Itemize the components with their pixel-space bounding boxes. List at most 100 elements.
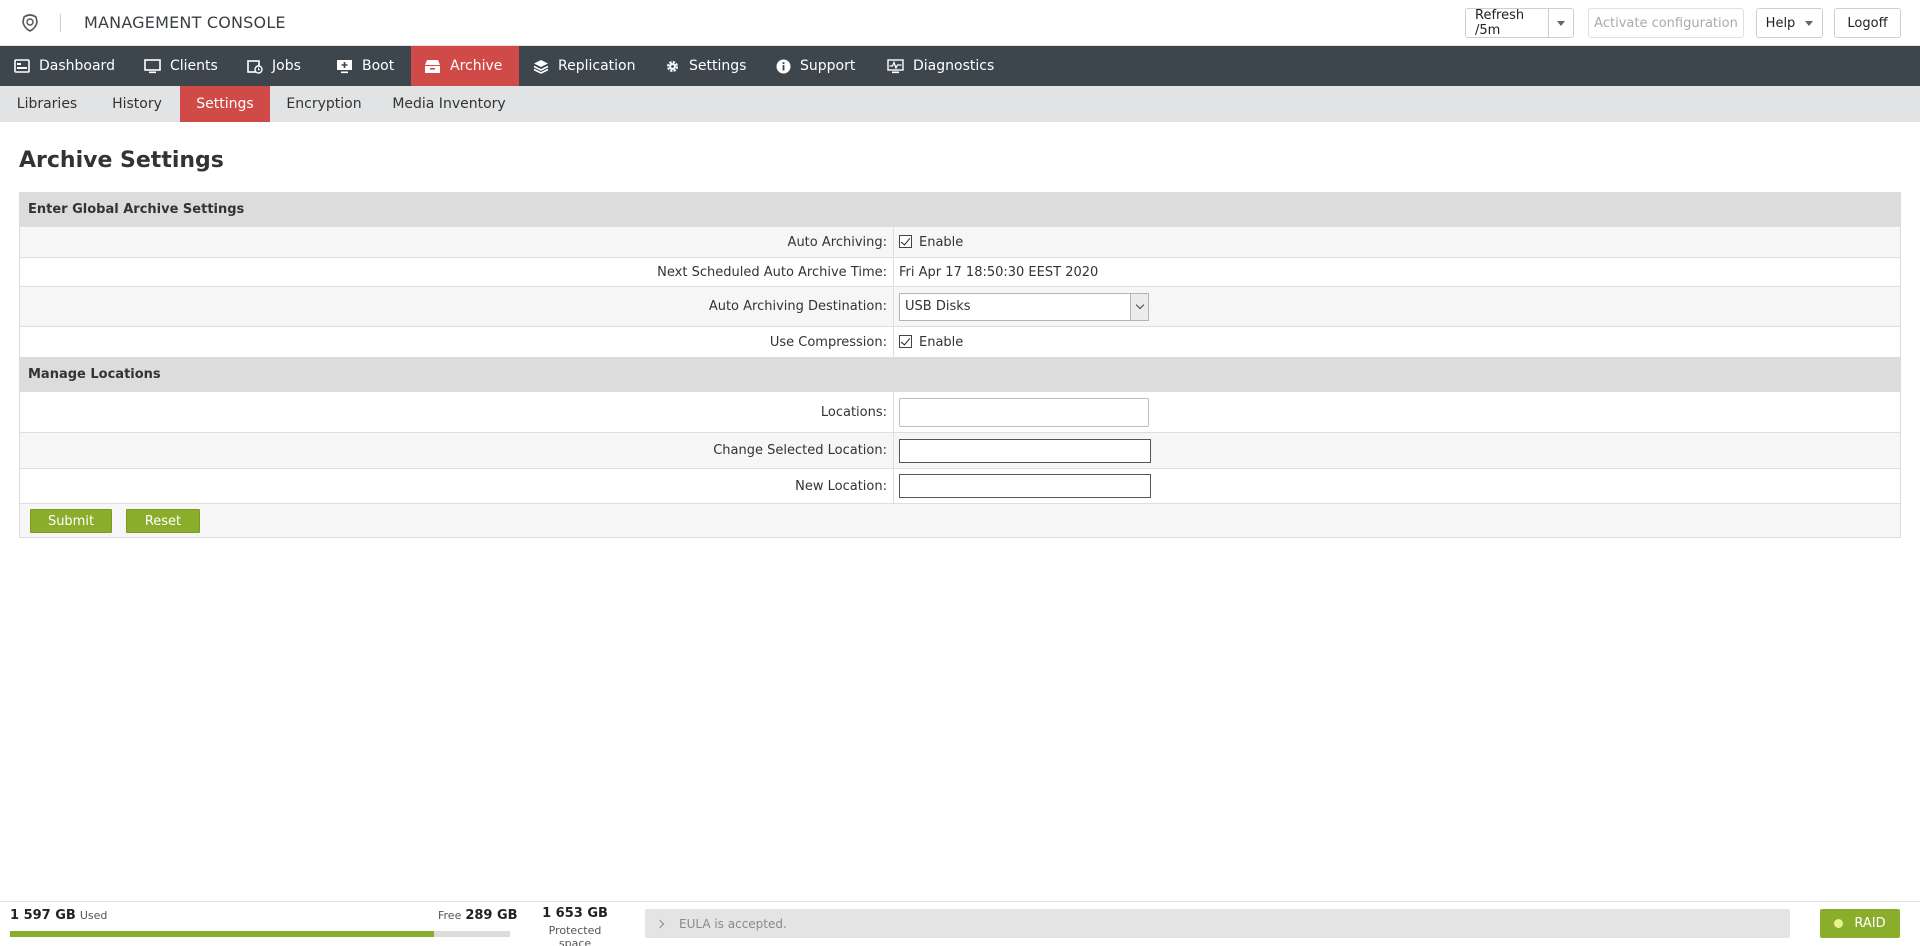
diagnostics-icon [887,58,904,73]
row-auto-archiving: Auto Archiving: Enable [20,226,1900,257]
nav-jobs[interactable]: Jobs [228,46,319,86]
change-location-input[interactable] [899,438,1151,463]
sub-nav: Libraries History Settings Encryption Me… [0,86,1920,122]
chevron-down-icon [1805,20,1814,26]
nav-jobs-label[interactable]: Jobs [272,58,301,74]
chevron-down-icon[interactable] [1130,293,1148,320]
archive-destination-select[interactable]: USB Disks [899,292,1149,321]
auto-archiving-enable-label[interactable]: Enable [919,235,963,250]
jobs-icon [247,59,263,74]
auto-archiving-checkbox[interactable] [899,234,912,248]
storage-used: 1 597 GB Used [10,908,107,923]
archive-destination-field: USB Disks [899,287,1149,326]
row-new-location: New Location: [20,468,1900,503]
help-label[interactable]: Help [1766,16,1796,31]
submit-button[interactable]: Submit [30,509,112,533]
page-title: Archive Settings [19,148,224,173]
refresh-button[interactable]: Refresh /5m [1465,8,1574,38]
row-use-compression: Use Compression: Enable [20,326,1900,357]
row-locations: Locations: [20,391,1900,432]
nav-support[interactable]: Support [761,46,871,86]
dashboard-icon [14,59,30,73]
nav-replication-label[interactable]: Replication [558,58,635,74]
archive-destination-value[interactable]: USB Disks [905,299,971,314]
locations-label: Locations: [20,392,894,432]
nav-diagnostics-label[interactable]: Diagnostics [913,58,994,74]
activate-configuration-button[interactable]: Activate configuration [1588,8,1744,38]
refresh-dropdown[interactable] [1549,20,1573,26]
use-compression-checkbox[interactable] [899,334,912,348]
use-compression-field: Enable [899,327,963,357]
nav-archive[interactable]: Archive [411,46,519,86]
storage-free: Free 289 GB [438,908,518,923]
logoff-button[interactable]: Logoff [1834,8,1901,38]
storage-usage-bar [10,931,510,937]
use-compression-label: Use Compression: [20,327,894,357]
reset-button[interactable]: Reset [126,509,200,533]
nav-settings[interactable]: Settings [646,46,761,86]
raid-label: RAID [1854,916,1886,931]
row-next-archive-time: Next Scheduled Auto Archive Time: Fri Ap… [20,257,1900,286]
nav-archive-label[interactable]: Archive [450,58,502,74]
nav-replication[interactable]: Replication [519,46,646,86]
top-header: MANAGEMENT CONSOLE Refresh /5m Activate … [0,0,1920,46]
archive-destination-label: Auto Archiving Destination: [20,287,894,326]
eula-status-bar[interactable]: EULA is accepted. [645,909,1790,938]
nav-dashboard[interactable]: Dashboard [0,46,125,86]
auto-archiving-field: Enable [899,227,963,257]
change-location-label: Change Selected Location: [20,433,894,468]
chevron-down-icon [1557,20,1566,26]
protected-space: 1 653 GB Protected space [533,906,617,946]
locations-field [899,392,1149,432]
main-nav: Dashboard Clients Jobs Boot Archive Repl… [0,46,1920,86]
nav-support-label[interactable]: Support [800,58,855,74]
nav-diagnostics[interactable]: Diagnostics [871,46,1001,86]
row-change-location: Change Selected Location: [20,432,1900,468]
section-manage-locations: Manage Locations [20,357,1900,391]
storage-free-label: Free [438,909,462,922]
logo-icon [22,14,38,32]
new-location-label: New Location: [20,469,894,503]
subtab-encryption[interactable]: Encryption [270,86,378,122]
change-location-field [899,433,1151,468]
chevron-right-icon [655,919,665,928]
gear-icon [666,60,679,72]
nav-clients-label[interactable]: Clients [170,58,218,74]
section-global-settings: Enter Global Archive Settings [20,193,1900,226]
nav-dashboard-label[interactable]: Dashboard [39,58,115,74]
app-title: MANAGEMENT CONSOLE [84,13,286,32]
nav-settings-label[interactable]: Settings [689,58,746,74]
archive-icon [425,59,440,73]
storage-free-value: 289 GB [465,908,518,923]
subtab-settings[interactable]: Settings [180,86,270,122]
next-archive-time-label: Next Scheduled Auto Archive Time: [20,258,894,286]
help-button[interactable]: Help [1756,8,1823,38]
boot-icon [337,59,352,73]
nav-boot-label[interactable]: Boot [362,58,394,74]
status-dot-icon [1834,919,1844,928]
storage-used-value: 1 597 GB [10,908,76,923]
use-compression-enable-label[interactable]: Enable [919,335,963,350]
nav-clients[interactable]: Clients [125,46,228,86]
subtab-history[interactable]: History [94,86,180,122]
locations-listbox[interactable] [899,397,1149,427]
new-location-input[interactable] [899,474,1151,498]
logo-separator [60,14,61,32]
raid-status-button[interactable]: RAID [1820,909,1900,938]
info-icon [776,59,791,73]
eula-status-text: EULA is accepted. [679,916,787,931]
row-form-actions: Submit Reset [20,503,1900,537]
nav-boot[interactable]: Boot [319,46,411,86]
archive-settings-form: Enter Global Archive Settings Auto Archi… [19,192,1901,538]
refresh-label[interactable]: Refresh /5m [1466,8,1548,38]
protected-space-label: Protected space [548,924,602,946]
row-archive-destination: Auto Archiving Destination: USB Disks [20,286,1900,326]
auto-archiving-label: Auto Archiving: [20,227,894,257]
new-location-field [899,469,1151,503]
monitor-icon [144,58,161,73]
storage-usage-fill [10,931,434,937]
protected-space-value: 1 653 GB [542,906,608,921]
subtab-libraries[interactable]: Libraries [0,86,94,122]
subtab-media-inventory[interactable]: Media Inventory [378,86,520,122]
layers-icon [533,59,549,74]
